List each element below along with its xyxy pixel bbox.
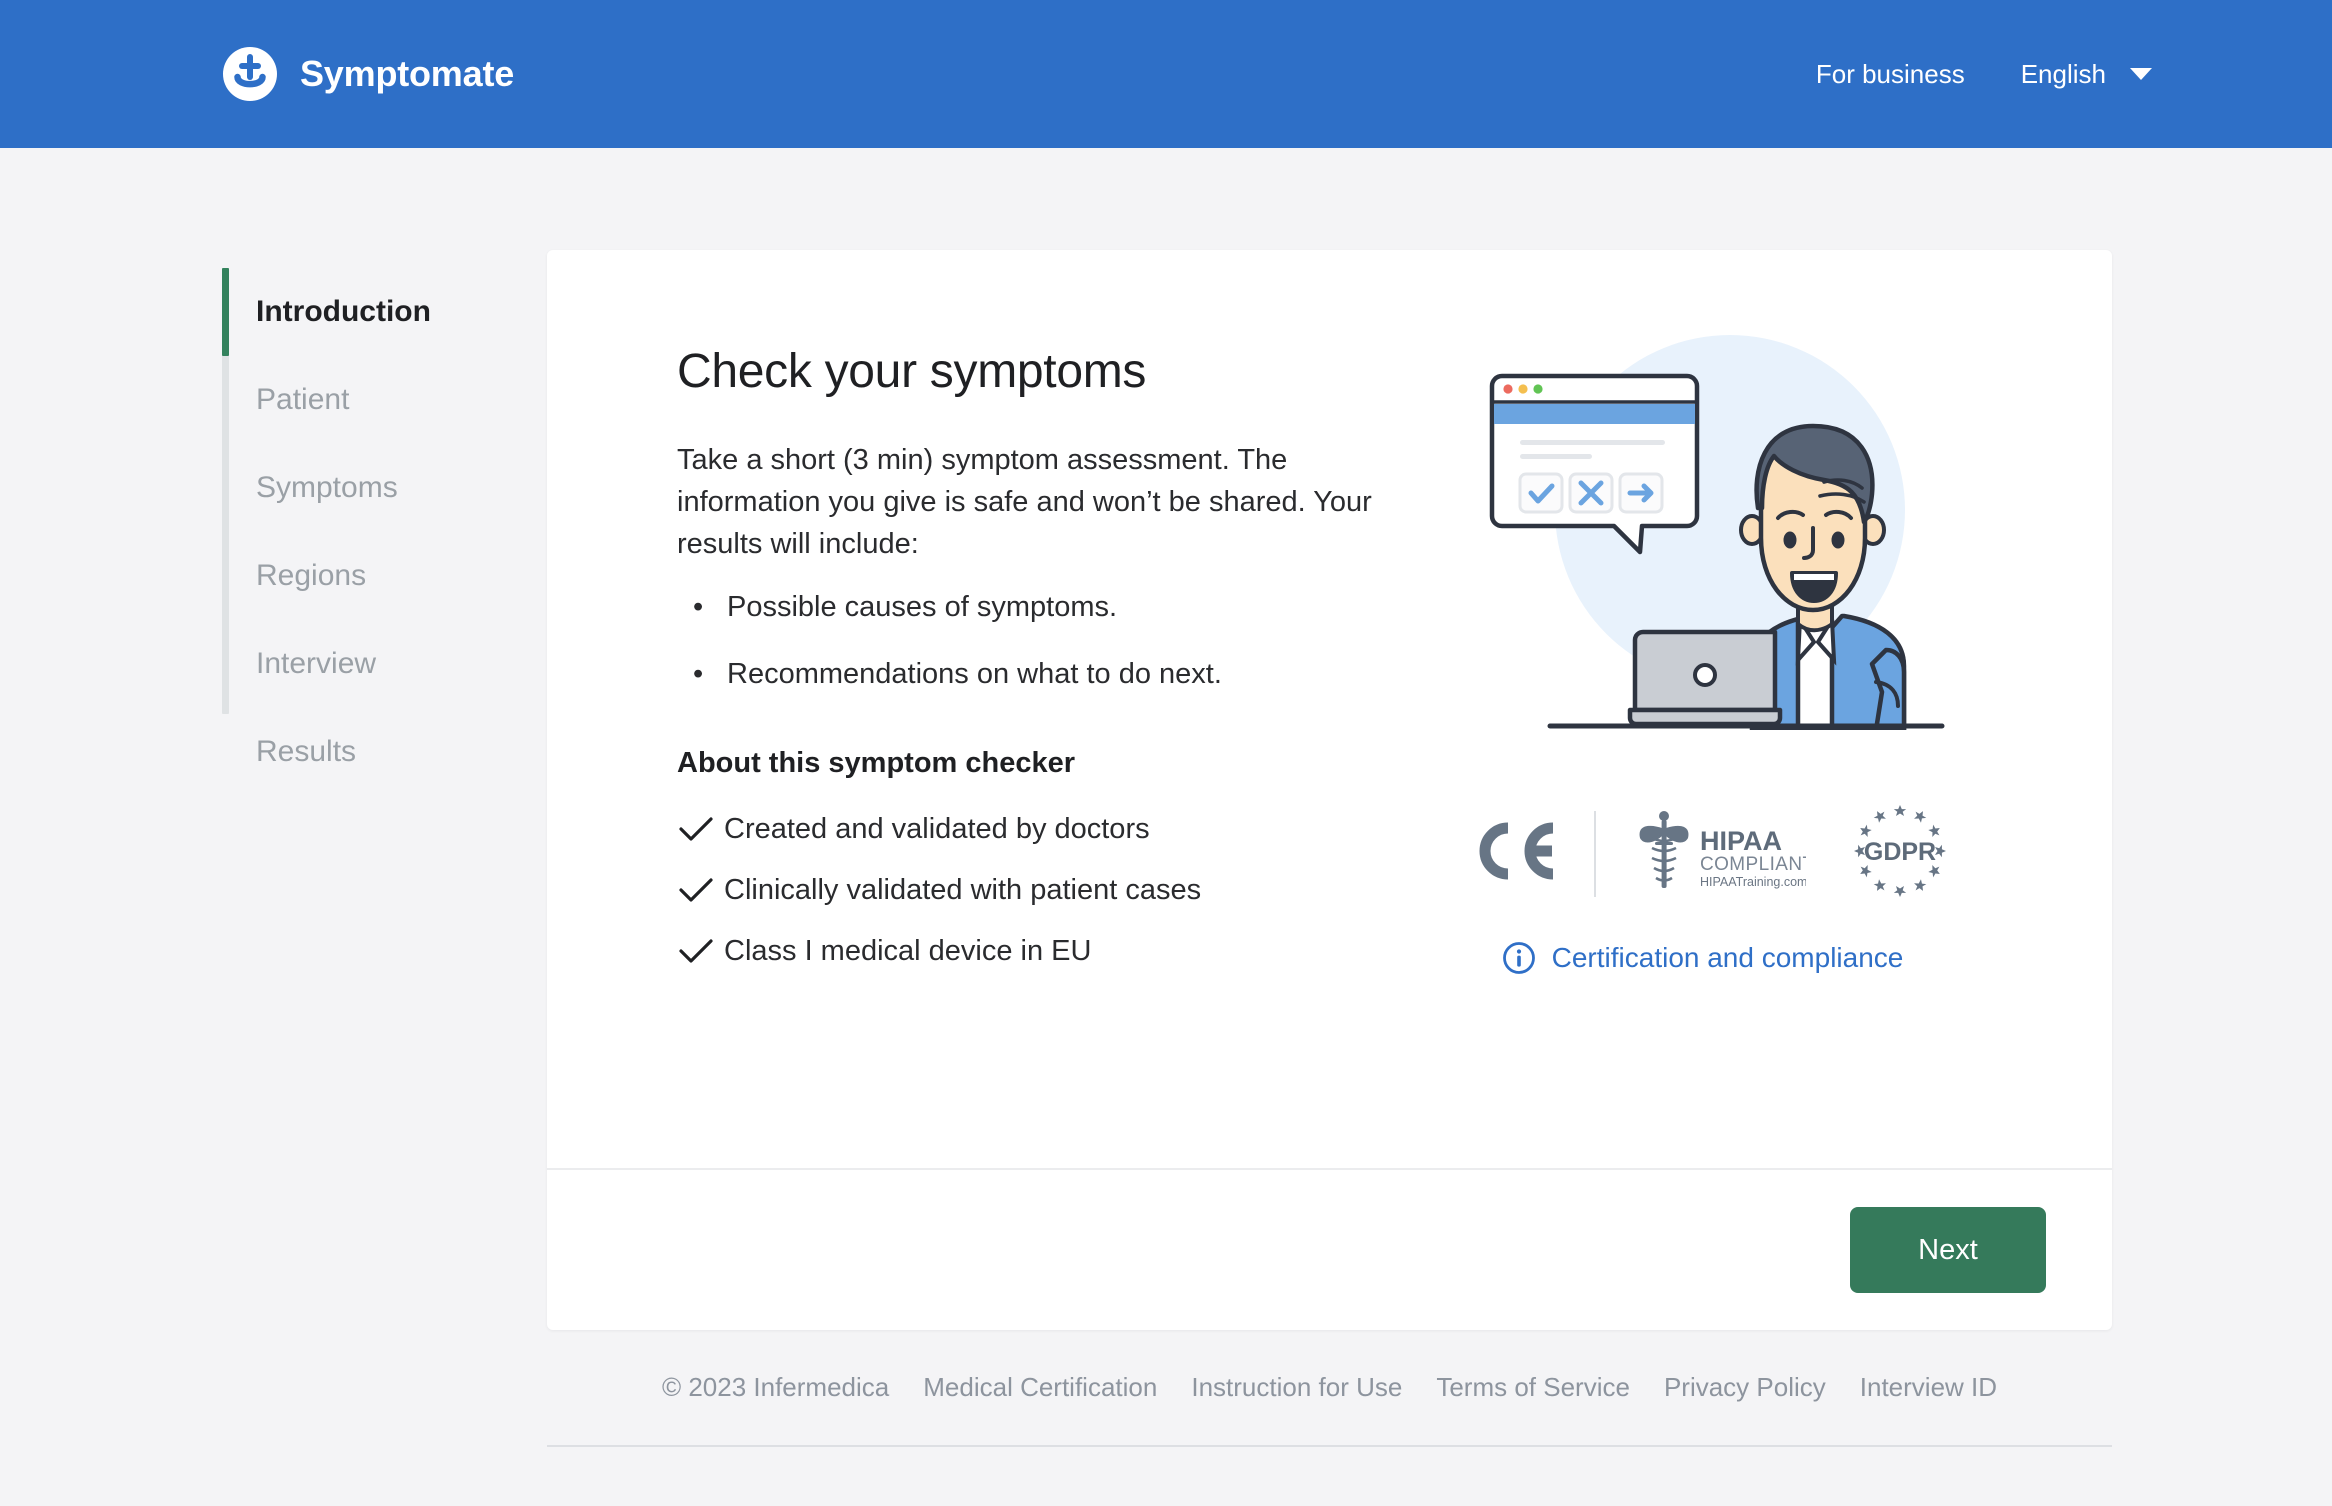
- list-item-label: Created and validated by doctors: [724, 812, 1150, 845]
- brand-name: Symptomate: [300, 53, 515, 94]
- language-selector[interactable]: English: [2021, 59, 2152, 90]
- eu-stars-icon: GDPR: [1853, 805, 1946, 897]
- hipaa-line3: HIPAATraining.com: [1700, 875, 1806, 889]
- check-icon: [677, 938, 724, 964]
- bullet-dot-icon: •: [693, 657, 704, 690]
- sidebar-item-symptoms[interactable]: Symptoms: [256, 444, 524, 532]
- next-button[interactable]: Next: [1850, 1207, 2046, 1293]
- step-label: Results: [256, 735, 357, 768]
- footer-link-privacy-policy[interactable]: Privacy Policy: [1664, 1372, 1826, 1403]
- about-checklist: Created and validated by doctors Clinica…: [677, 812, 1389, 968]
- results-include-list: • Possible causes of symptoms. • Recomme…: [681, 590, 1389, 690]
- progress-stepper: Introduction Patient Symptoms Regions In…: [222, 250, 524, 796]
- intro-paragraph: Take a short (3 min) symptom assessment.…: [677, 443, 1372, 560]
- intro-text-column: Check your symptoms Take a short (3 min)…: [619, 316, 1389, 1110]
- page-layout: Introduction Patient Symptoms Regions In…: [0, 148, 2332, 1330]
- step-label: Symptoms: [256, 471, 398, 504]
- hipaa-line2: COMPLIANT: [1700, 854, 1806, 875]
- ce-mark-badge: [1468, 820, 1594, 887]
- for-business-link[interactable]: For business: [1816, 59, 1965, 90]
- step-label: Introduction: [256, 295, 431, 328]
- card-body: Check your symptoms Take a short (3 min)…: [547, 250, 2112, 1170]
- step-label: Regions: [256, 559, 367, 592]
- sidebar-item-regions[interactable]: Regions: [256, 532, 524, 620]
- footer-link-medical-certification[interactable]: Medical Certification: [923, 1372, 1157, 1403]
- step-label: Patient: [256, 383, 350, 416]
- brand-logo-link[interactable]: Symptomate: [222, 46, 514, 102]
- check-icon: [677, 816, 724, 842]
- footer-link-terms-of-service[interactable]: Terms of Service: [1436, 1372, 1630, 1403]
- bullet-dot-icon: •: [693, 590, 704, 623]
- check-icon: [677, 877, 724, 903]
- footer-link-instruction-for-use[interactable]: Instruction for Use: [1191, 1372, 1402, 1403]
- language-label: English: [2020, 58, 2106, 89]
- person-at-laptop-illustration: [1489, 335, 1944, 730]
- list-item: Created and validated by doctors: [677, 812, 1389, 847]
- stepper-rail-active-segment: [222, 268, 229, 356]
- list-item-label: Possible causes of symptoms.: [727, 590, 1118, 623]
- caduceus-icon: [1639, 811, 1688, 888]
- step-label: Interview: [256, 647, 377, 680]
- list-item-label: Recommendations on what to do next.: [727, 657, 1222, 690]
- hipaa-compliant-badge: HIPAA COMPLIANT HIPAATraining.com: [1596, 808, 1832, 899]
- footer-link-interview-id[interactable]: Interview ID: [1860, 1372, 1997, 1403]
- symptomate-logo-icon: [223, 47, 277, 101]
- gdpr-label: GDPR: [1863, 838, 1935, 866]
- info-circle-icon: [1502, 942, 1535, 974]
- sidebar-item-interview[interactable]: Interview: [256, 620, 524, 708]
- list-item: Clinically validated with patient cases: [677, 873, 1389, 908]
- list-item: Class I medical device in EU: [677, 934, 1389, 969]
- list-item-label: Class I medical device in EU: [724, 934, 1092, 967]
- site-footer: © 2023 Infermedica Medical Certification…: [547, 1372, 2112, 1447]
- sidebar-item-introduction[interactable]: Introduction: [256, 268, 524, 356]
- list-item-label: Clinically validated with patient cases: [724, 873, 1202, 906]
- chevron-down-icon: [2130, 68, 2152, 80]
- site-header: Symptomate For business English: [0, 0, 2332, 148]
- header-nav: For business English: [1816, 59, 2152, 90]
- certification-link-label: Certification and compliance: [1551, 942, 1904, 973]
- list-item: • Possible causes of symptoms.: [681, 590, 1389, 623]
- list-item: • Recommendations on what to do next.: [681, 657, 1389, 690]
- about-heading: About this symptom checker: [677, 746, 1076, 779]
- main-card-wrapper: Check your symptoms Take a short (3 min)…: [547, 250, 2112, 1330]
- introduction-card: Check your symptoms Take a short (3 min)…: [547, 250, 2112, 1330]
- hipaa-line1: HIPAA: [1700, 826, 1782, 856]
- intro-visual-column: HIPAA COMPLIANT HIPAATraining.com GDPR C…: [1389, 316, 2040, 1110]
- sidebar-item-patient[interactable]: Patient: [256, 356, 524, 444]
- sidebar-item-results[interactable]: Results: [256, 708, 524, 796]
- compliance-badges: HIPAA COMPLIANT HIPAATraining.com GDPR: [1468, 802, 1962, 905]
- gdpr-badge: GDPR: [1832, 802, 1962, 905]
- card-footer: Next: [547, 1170, 2112, 1330]
- page-title: Check your symptoms: [677, 345, 1147, 398]
- certification-and-compliance-link[interactable]: Certification and compliance: [1502, 941, 1904, 975]
- copyright-text: © 2023 Infermedica: [661, 1372, 890, 1402]
